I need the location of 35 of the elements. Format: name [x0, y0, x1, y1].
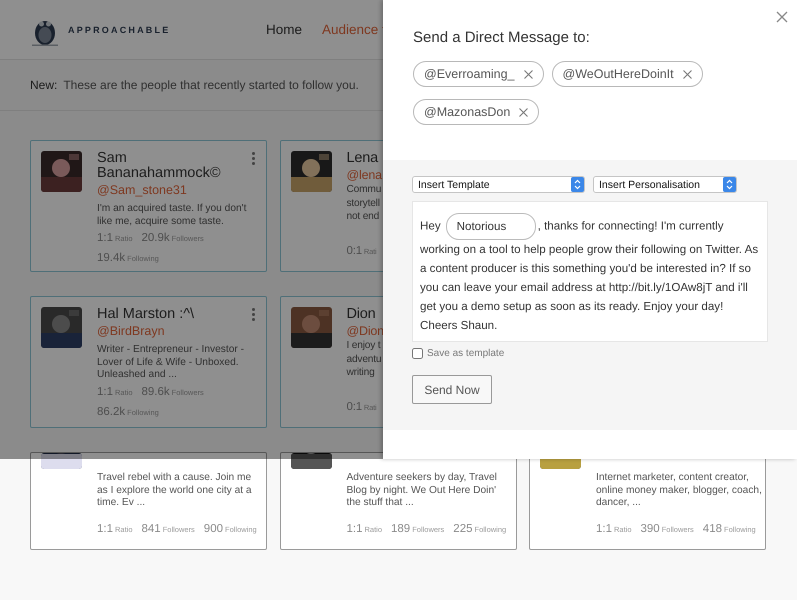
close-icon[interactable]: [776, 11, 788, 23]
notice-label: New:: [30, 78, 58, 92]
recipient-handle: @WeOutHereDoinIt: [562, 67, 674, 81]
brand-name: APPROACHABLE: [68, 24, 170, 34]
modal-title: Send a Direct Message to:: [413, 29, 591, 46]
stepper-icon: [571, 177, 584, 192]
follower-bio: I'm an acquired taste. If you don't like me, acquire some taste.: [97, 203, 248, 228]
personalisation-select[interactable]: Insert Personalisation: [593, 176, 737, 193]
more-icon[interactable]: [252, 308, 255, 321]
follower-bio: Adventure seekers by day, Travel Blog by night. We Out Here Doin' the stuff that ...: [346, 472, 498, 510]
follower-name: Lena: [346, 151, 378, 166]
remove-icon[interactable]: [519, 108, 528, 116]
remove-icon[interactable]: [682, 70, 692, 78]
follower-name: Dion: [346, 307, 376, 322]
more-icon[interactable]: [252, 152, 255, 165]
follower-bio: Commu storytell not end: [346, 183, 382, 224]
message-field[interactable]: Hey Notorious , thanks for connecting! I'm currently working on a tool to help people grow their following on Twitter. As a content producer is this something you'd be interested in? If so you can leave your email address at http://bit.ly/1OAw8jT and i'll get you a demo setup as soon as its ready. Enjoy your day! Cheers Shaun.: [412, 201, 768, 342]
remove-icon[interactable]: [524, 70, 533, 78]
template-select[interactable]: Insert Template: [412, 176, 585, 193]
recipient-handle: @Everroaming_: [424, 67, 515, 81]
follower-bio: Travel rebel with a cause. Join me as I explore the world one city at a time. Ev ...: [97, 472, 253, 510]
save-template-checkbox[interactable]: [412, 348, 423, 359]
send-button[interactable]: Send Now: [412, 375, 492, 404]
modal-backdrop[interactable]: [0, 0, 383, 459]
follower-name: Sam Bananahammock©: [97, 151, 222, 181]
recipient-handle: @MazonasDon: [424, 105, 510, 119]
stepper-icon: [723, 177, 736, 192]
follower-bio: I enjoy t adventu writing: [346, 339, 382, 380]
name-field[interactable]: Notorious: [446, 213, 536, 240]
follower-bio: Writer - Entrepreneur - Investor - Lover of Life & Wife - Unboxed. Unleashed and ...: [97, 344, 246, 382]
follower-bio: Internet marketer, content creator, online money maker, blogger, coach, dancer, ...: [596, 472, 762, 510]
follower-name: Hal Marston :^\: [97, 307, 196, 322]
checkbox-label: Save as template: [427, 348, 504, 359]
notice-text: These are the people that recently started to follow you.: [63, 78, 359, 92]
nav-link[interactable]: Home: [266, 22, 302, 37]
